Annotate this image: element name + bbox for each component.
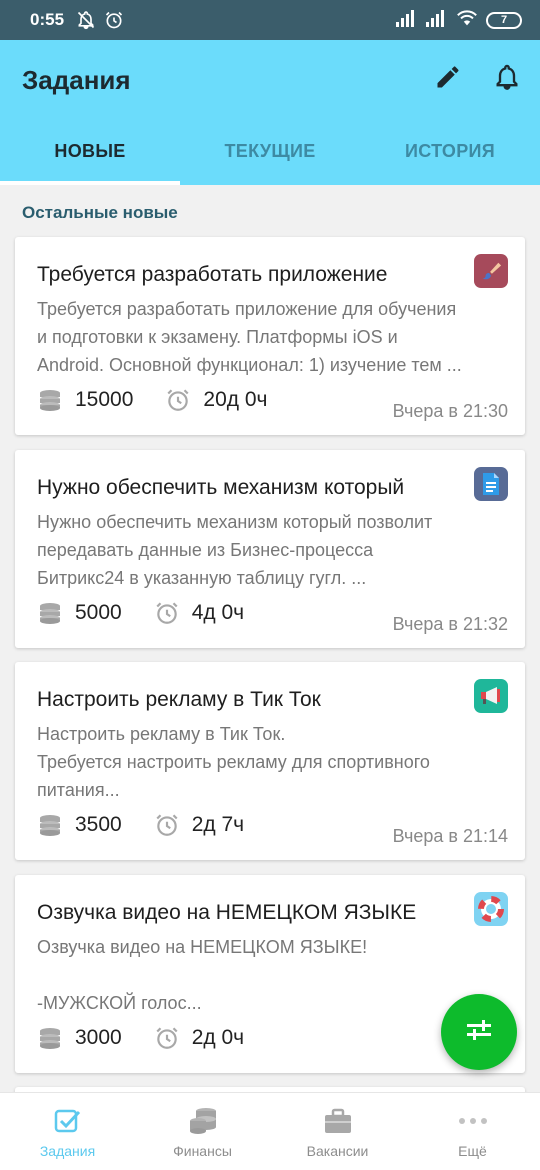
alarm-clock-icon bbox=[165, 387, 191, 413]
nav-vacancies-label: Вакансии bbox=[306, 1143, 369, 1159]
tab-history[interactable]: ИСТОРИЯ bbox=[360, 132, 540, 185]
task-price: 5000 bbox=[75, 601, 122, 624]
task-card[interactable]: Настроить рекламу в Тик Ток Настроить ре… bbox=[15, 662, 525, 860]
alarm-icon bbox=[104, 10, 124, 30]
signal-icon bbox=[396, 9, 418, 32]
task-title: Нужно обеспечить механизм который bbox=[37, 476, 405, 499]
task-date: Вчера в 21:14 bbox=[392, 826, 508, 846]
task-price: 3500 bbox=[75, 813, 122, 836]
task-duration: 20д 0ч bbox=[203, 388, 268, 411]
tab-current[interactable]: ТЕКУЩИЕ bbox=[180, 132, 360, 185]
coins-icon bbox=[37, 813, 63, 837]
pencil-icon bbox=[434, 63, 462, 96]
bottom-navigation: Задания Финансы Вакансии Ещё bbox=[0, 1092, 540, 1170]
sliders-icon bbox=[464, 1017, 494, 1048]
lifebuoy-icon bbox=[474, 892, 508, 926]
paintbrush-icon bbox=[474, 254, 508, 288]
task-price: 3000 bbox=[75, 1026, 122, 1049]
status-bar: 0:55 7 bbox=[0, 0, 540, 40]
section-title: Остальные новые bbox=[22, 203, 178, 222]
tab-new[interactable]: НОВЫЕ bbox=[0, 132, 180, 185]
bell-icon bbox=[493, 63, 521, 96]
wifi-icon bbox=[456, 9, 478, 32]
task-description: Озвучка видео на НЕМЕЦКОМ ЯЗЫКЕ! -МУЖСКО… bbox=[37, 937, 368, 1013]
coins-icon bbox=[187, 1105, 219, 1137]
tasks-check-icon bbox=[53, 1105, 83, 1137]
more-dots-icon bbox=[458, 1105, 488, 1137]
task-duration: 2д 7ч bbox=[191, 813, 245, 836]
coins-icon bbox=[37, 1026, 63, 1050]
signal-icon bbox=[426, 9, 448, 32]
task-title: Настроить рекламу в Тик Ток bbox=[37, 688, 321, 711]
alarm-clock-icon bbox=[154, 812, 180, 838]
task-card[interactable]: Требуется разработать приложение Требует… bbox=[15, 237, 525, 435]
task-meta: 15000 20д 0ч bbox=[37, 387, 267, 413]
task-list[interactable]: Остальные новые Требуется разработать пр… bbox=[0, 185, 540, 1092]
task-date: Вчера в 21:32 bbox=[392, 614, 508, 634]
task-duration: 4д 0ч bbox=[191, 601, 245, 624]
notifications-button[interactable] bbox=[490, 62, 524, 96]
task-meta: 5000 4д 0ч bbox=[37, 600, 244, 626]
filter-button[interactable] bbox=[441, 994, 517, 1070]
alarm-clock-icon bbox=[154, 600, 180, 626]
task-meta: 3500 2д 7ч bbox=[37, 812, 244, 838]
coins-icon bbox=[37, 388, 63, 412]
briefcase-icon bbox=[323, 1105, 353, 1137]
page-title: Задания bbox=[22, 65, 131, 95]
tabs: НОВЫЕ ТЕКУЩИЕ ИСТОРИЯ bbox=[0, 132, 540, 185]
app-bar: Задания НОВЫЕ ТЕКУЩИЕ ИСТОРИЯ bbox=[0, 40, 540, 185]
battery-icon: 7 bbox=[486, 11, 522, 29]
alarm-clock-icon bbox=[154, 1025, 180, 1051]
document-icon bbox=[474, 467, 508, 501]
nav-vacancies[interactable]: Вакансии bbox=[270, 1093, 405, 1170]
task-description: Требуется разработать приложение для обу… bbox=[37, 299, 462, 375]
task-duration: 2д 0ч bbox=[191, 1026, 245, 1049]
task-description: Настроить рекламу в Тик Ток. Требуется н… bbox=[37, 724, 430, 800]
task-card[interactable]: Нужно обеспечить механизм который Нужно … bbox=[15, 450, 525, 648]
coins-icon bbox=[37, 601, 63, 625]
nav-more[interactable]: Ещё bbox=[405, 1093, 540, 1170]
nav-tasks[interactable]: Задания bbox=[0, 1093, 135, 1170]
task-title: Требуется разработать приложение bbox=[37, 263, 388, 286]
status-time: 0:55 bbox=[30, 10, 65, 29]
task-price: 15000 bbox=[75, 388, 134, 411]
notifications-off-icon bbox=[76, 10, 96, 30]
task-meta: 3000 2д 0ч bbox=[37, 1025, 244, 1051]
megaphone-icon bbox=[474, 679, 508, 713]
task-title: Озвучка видео на НЕМЕЦКОМ ЯЗЫКЕ bbox=[37, 901, 417, 924]
task-date: Вчера в 21:30 bbox=[392, 401, 508, 421]
edit-button[interactable] bbox=[431, 62, 465, 96]
task-description: Нужно обеспечить механизм который позвол… bbox=[37, 512, 433, 588]
nav-more-label: Ещё bbox=[458, 1143, 487, 1159]
nav-finances[interactable]: Финансы bbox=[135, 1093, 270, 1170]
nav-tasks-label: Задания bbox=[39, 1143, 96, 1159]
nav-finances-label: Финансы bbox=[173, 1143, 232, 1159]
